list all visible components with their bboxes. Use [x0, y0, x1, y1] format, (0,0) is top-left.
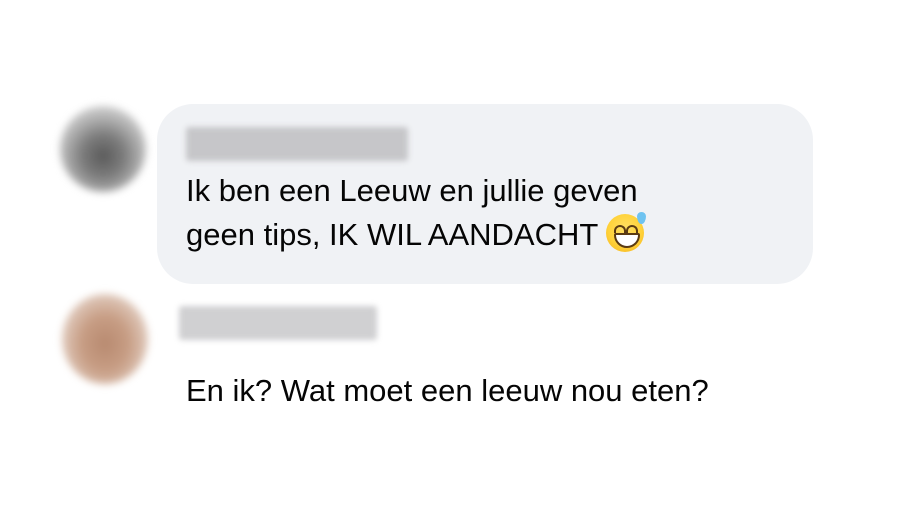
- avatar[interactable]: [62, 294, 148, 384]
- avatar[interactable]: [60, 106, 146, 192]
- comment-text-body: En ik? Wat moet een leeuw nou eten?: [186, 373, 709, 408]
- author-name-redacted[interactable]: [179, 306, 377, 340]
- comment-text-body: Ik ben een Leeuw en jullie geven geen ti…: [186, 173, 638, 252]
- comment-text: Ik ben een Leeuw en jullie geven geen ti…: [186, 169, 786, 257]
- comment-text: En ik? Wat moet een leeuw nou eten?: [186, 369, 826, 413]
- author-name-redacted[interactable]: [186, 127, 408, 161]
- grinning-face-with-sweat-icon: [606, 212, 647, 252]
